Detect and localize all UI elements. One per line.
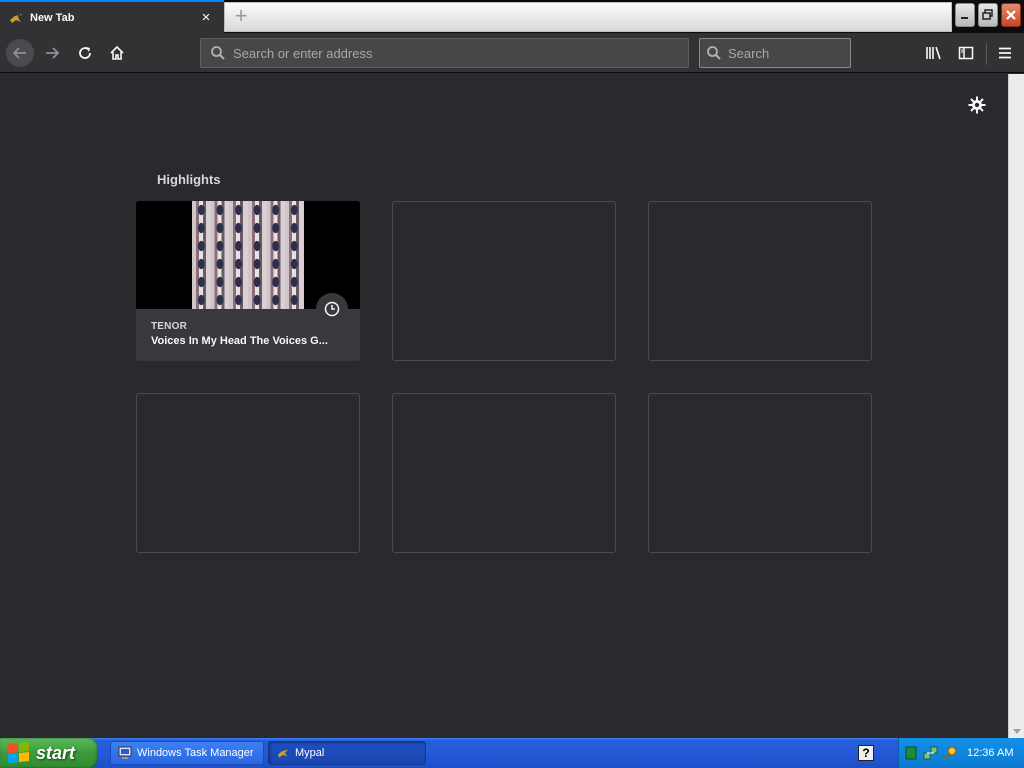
new-tab-button[interactable]: + [230,4,252,28]
library-button[interactable] [920,39,948,67]
reload-icon [79,47,91,59]
clock-icon [316,293,348,325]
close-tab-icon[interactable]: × [198,9,214,26]
start-button[interactable]: start [0,738,98,768]
tab-title: New Tab [30,11,75,24]
card-title: Voices In My Head The Voices G... [151,335,328,347]
taskbar-item-mypal[interactable]: Mypal [268,741,426,765]
address-input[interactable] [233,45,688,61]
empty-highlight-slot [648,393,872,553]
thumbnail-image [192,201,304,309]
reload-button[interactable] [71,39,99,67]
menu-button[interactable] [991,39,1019,67]
sidebar-toggle-button[interactable] [952,39,980,67]
task-label: Windows Task Manager [137,747,254,759]
home-icon [110,45,124,60]
tray-search-icon[interactable] [943,745,959,761]
tray-green-icon[interactable] [903,745,919,761]
navigation-toolbar [0,33,1024,73]
windows-logo-icon [8,741,30,764]
empty-highlight-slot [136,393,360,553]
vertical-scrollbar[interactable] [1008,74,1024,738]
mypal-logo-icon [275,745,291,761]
taskbar-item-task-manager[interactable]: Windows Task Manager [110,741,264,765]
address-bar[interactable] [200,38,689,68]
task-manager-icon [117,745,133,761]
taskbar-clock: 12:36 AM [967,747,1014,759]
tab-strip-empty-area [224,2,952,32]
mypal-logo-icon [8,10,24,26]
restore-button[interactable] [978,3,998,27]
task-label: Mypal [295,747,325,759]
taskbar: start Windows Task Manager Mypal ? 12:36… [0,738,1024,768]
highlight-card[interactable]: TENOR Voices In My Head The Voices G... [136,201,360,361]
help-icon[interactable]: ? [858,745,874,761]
minimize-button[interactable] [955,3,975,27]
search-icon [209,44,227,62]
home-button[interactable] [103,39,131,67]
search-icon [706,44,722,62]
forward-arrow-icon [46,47,60,59]
sidebar-icon [958,46,974,60]
empty-highlight-slot [648,201,872,361]
toolbar-separator [986,43,987,65]
search-bar[interactable] [699,38,904,68]
close-window-button[interactable] [1001,3,1021,27]
tray-network-icon[interactable] [923,745,939,761]
scroll-down-arrow-icon[interactable] [1013,729,1021,734]
back-arrow-icon [12,47,26,59]
hamburger-menu-icon [999,47,1011,59]
forward-button[interactable] [38,39,66,67]
highlights-heading: Highlights [157,172,221,187]
library-icon [926,46,941,60]
tab-strip: New Tab × + [0,0,1024,33]
card-source: TENOR [151,321,187,332]
settings-gear-icon[interactable] [966,94,988,116]
start-label: start [36,742,76,763]
new-tab-page: Highlights TENOR Voices In My Head The V… [0,74,1008,738]
search-input[interactable] [728,45,904,61]
back-button[interactable] [6,39,34,67]
system-tray: 12:36 AM [898,738,1024,768]
tab-new-tab[interactable]: New Tab × [0,0,224,33]
empty-highlight-slot [392,201,616,361]
empty-highlight-slot [392,393,616,553]
